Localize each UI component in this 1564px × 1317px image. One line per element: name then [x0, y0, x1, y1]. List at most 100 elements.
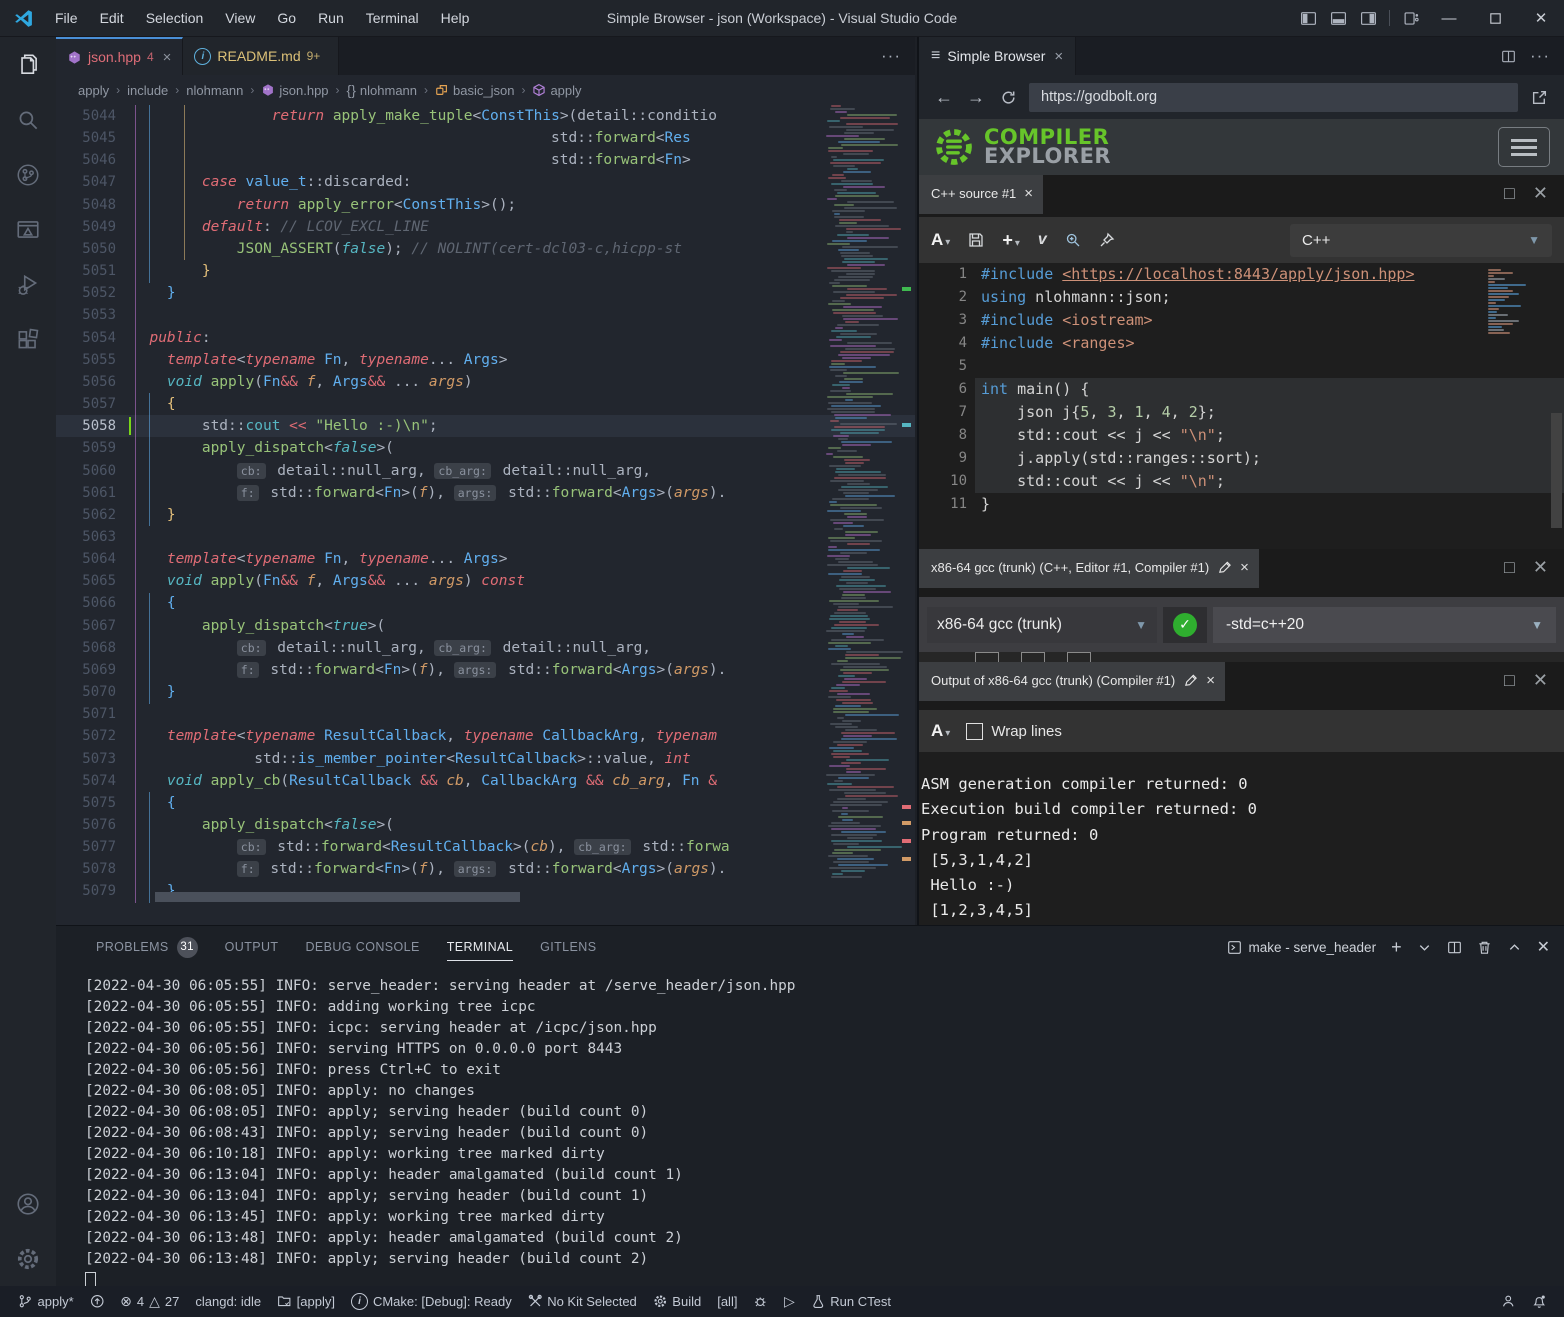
add-pane-button[interactable]: +▾: [1002, 230, 1020, 251]
status-run-launch[interactable]: ▷: [776, 1286, 803, 1317]
split-terminal-icon[interactable]: [1447, 940, 1462, 955]
maximize-pane-icon[interactable]: □: [1504, 183, 1515, 204]
tab-README.md[interactable]: iREADME.md9+: [183, 37, 339, 75]
rename-pencil-icon[interactable]: [1183, 673, 1198, 688]
status-problems[interactable]: ⊗4△27: [112, 1286, 187, 1317]
code-line[interactable]: 5073 std::is_member_pointer<ResultCallba…: [56, 748, 915, 770]
menu-run[interactable]: Run: [307, 0, 355, 36]
status-feedback[interactable]: [1493, 1286, 1524, 1317]
code-line[interactable]: 5076 apply_dispatch<false>(: [56, 814, 915, 836]
ce-code-line[interactable]: 1#include <https://localhost:8443/apply/…: [919, 263, 1564, 286]
code-line[interactable]: 5051 }: [56, 260, 915, 282]
terminal-output[interactable]: [2022-04-30 06:05:55] INFO: serve_header…: [85, 976, 1554, 1286]
language-select[interactable]: C++ ▼: [1290, 224, 1552, 257]
ce-code-line[interactable]: 8 std::cout << j << "\n";: [919, 424, 1564, 447]
code-line[interactable]: 5052 }: [56, 282, 915, 304]
code-line[interactable]: 5072 template<typename ResultCallback, t…: [56, 725, 915, 747]
code-line[interactable]: 5078 f: std::forward<Fn>(f), args: std::…: [56, 858, 915, 880]
minimap[interactable]: [826, 105, 900, 891]
code-line[interactable]: 5069 f: std::forward<Fn>(f), args: std::…: [56, 659, 915, 681]
toggle-sidebar-icon[interactable]: [1293, 10, 1323, 27]
code-line[interactable]: 5059 apply_dispatch<false>(: [56, 437, 915, 459]
ce-code-line[interactable]: 11}: [919, 493, 1564, 516]
customize-layout-icon[interactable]: [1396, 10, 1426, 27]
status-run-ctest[interactable]: Run CTest: [803, 1286, 899, 1317]
close-icon[interactable]: ×: [1240, 559, 1249, 576]
status-debug-launch[interactable]: [745, 1286, 776, 1317]
menu-file[interactable]: File: [44, 0, 89, 36]
breadcrumb-item-json.hpp[interactable]: json.hpp: [261, 83, 328, 98]
activity-extensions-icon[interactable]: [0, 312, 56, 367]
breadcrumb-item-apply[interactable]: apply: [532, 83, 581, 98]
status-notifications[interactable]: [1524, 1286, 1555, 1317]
maximize-button[interactable]: [1472, 0, 1518, 36]
close-pane-icon[interactable]: ✕: [1533, 670, 1548, 691]
close-pane-icon[interactable]: ✕: [1533, 183, 1548, 204]
panel-tab-problems[interactable]: PROBLEMS31: [96, 926, 198, 968]
tab-simple-browser[interactable]: ≡ Simple Browser ×: [919, 37, 1076, 75]
activity-source-control-icon[interactable]: [0, 147, 56, 202]
ce-code-line[interactable]: 9 j.apply(std::ranges::sort);: [919, 447, 1564, 470]
ce-code-line[interactable]: 4#include <ranges>: [919, 332, 1564, 355]
code-line[interactable]: 5070 }: [56, 681, 915, 703]
minimize-button[interactable]: —: [1426, 0, 1472, 36]
code-line[interactable]: 5071: [56, 703, 915, 725]
activity-settings-gear-icon[interactable]: [0, 1231, 56, 1286]
forward-icon[interactable]: →: [965, 87, 987, 108]
activity-search-icon[interactable]: [0, 92, 56, 147]
ce-code-line[interactable]: 6int main() {: [919, 378, 1564, 401]
breadcrumb-item-nlohmann[interactable]: {}nlohmann: [347, 82, 417, 98]
vim-mode-icon[interactable]: v: [1038, 231, 1047, 249]
rename-pencil-icon[interactable]: [1217, 560, 1232, 575]
ce-code-line[interactable]: 3#include <iostream>: [919, 309, 1564, 332]
panel-tab-terminal[interactable]: TERMINAL: [447, 926, 513, 968]
activity-run-debug-icon[interactable]: [0, 257, 56, 312]
code-line[interactable]: 5066 {: [56, 592, 915, 614]
kill-terminal-icon[interactable]: [1477, 940, 1492, 955]
tab-cpp-source[interactable]: C++ source #1 ×: [919, 175, 1043, 214]
ce-scrollbar[interactable]: [1551, 413, 1562, 528]
panel-tab-debug-console[interactable]: DEBUG CONSOLE: [305, 926, 419, 968]
code-line[interactable]: 5064 template<typename Fn, typename... A…: [56, 548, 915, 570]
status-publish-changes[interactable]: [82, 1286, 113, 1317]
back-icon[interactable]: ←: [933, 87, 955, 108]
menu-view[interactable]: View: [214, 0, 266, 36]
open-external-icon[interactable]: [1528, 89, 1550, 106]
tab-output-pane[interactable]: Output of x86-64 gcc (trunk) (Compiler #…: [919, 662, 1225, 701]
save-icon[interactable]: [968, 232, 984, 248]
status-clangd-status[interactable]: clangd: idle: [187, 1286, 269, 1317]
ce-code-line[interactable]: 7 json j{5, 3, 1, 4, 2};: [919, 401, 1564, 424]
status-build-target[interactable]: [all]: [709, 1286, 745, 1317]
code-line[interactable]: 5068 cb: detail::null_arg, cb_arg: detai…: [56, 637, 915, 659]
ce-code-line[interactable]: 5: [919, 355, 1564, 378]
horizontal-scrollbar[interactable]: [56, 891, 915, 903]
code-line[interactable]: 5057 {: [56, 393, 915, 415]
menu-terminal[interactable]: Terminal: [355, 0, 430, 36]
close-icon[interactable]: ×: [163, 49, 172, 66]
wrap-lines-toggle[interactable]: Wrap lines: [966, 723, 1062, 740]
maximize-pane-icon[interactable]: □: [1504, 557, 1515, 578]
ce-code-line[interactable]: 2using nlohmann::json;: [919, 286, 1564, 309]
compiler-options-input[interactable]: -std=c++20 ▼: [1213, 607, 1556, 643]
code-line[interactable]: 5062 }: [56, 504, 915, 526]
breadcrumb[interactable]: apply›include›nlohmann›json.hpp›{}nlohma…: [56, 75, 915, 105]
breadcrumb-item-nlohmann[interactable]: nlohmann: [186, 83, 243, 98]
reload-icon[interactable]: [997, 89, 1019, 106]
code-line[interactable]: 5056 void apply(Fn&& f, Args&& ... args): [56, 371, 915, 393]
hamburger-menu-icon[interactable]: [1498, 127, 1550, 167]
activity-account-icon[interactable]: [0, 1176, 56, 1231]
status-cmake-project[interactable]: [apply]: [269, 1286, 343, 1317]
font-size-button[interactable]: A▾: [931, 721, 950, 741]
new-terminal-icon[interactable]: +: [1391, 937, 1402, 958]
menu-go[interactable]: Go: [266, 0, 307, 36]
code-line[interactable]: 5061 f: std::forward<Fn>(f), args: std::…: [56, 482, 915, 504]
code-line[interactable]: 5063: [56, 526, 915, 548]
panel-tab-output[interactable]: OUTPUT: [225, 926, 279, 968]
toggle-secondary-sidebar-icon[interactable]: [1353, 10, 1383, 27]
breadcrumb-item-basic_json[interactable]: basic_json: [435, 83, 514, 98]
compiler-select[interactable]: x86-64 gcc (trunk) ▼: [927, 607, 1157, 643]
code-line[interactable]: 5053: [56, 304, 915, 326]
status-cmake-variant[interactable]: iCMake: [Debug]: Ready: [343, 1286, 520, 1317]
close-button[interactable]: ✕: [1518, 0, 1564, 36]
close-icon[interactable]: ×: [1054, 48, 1063, 65]
